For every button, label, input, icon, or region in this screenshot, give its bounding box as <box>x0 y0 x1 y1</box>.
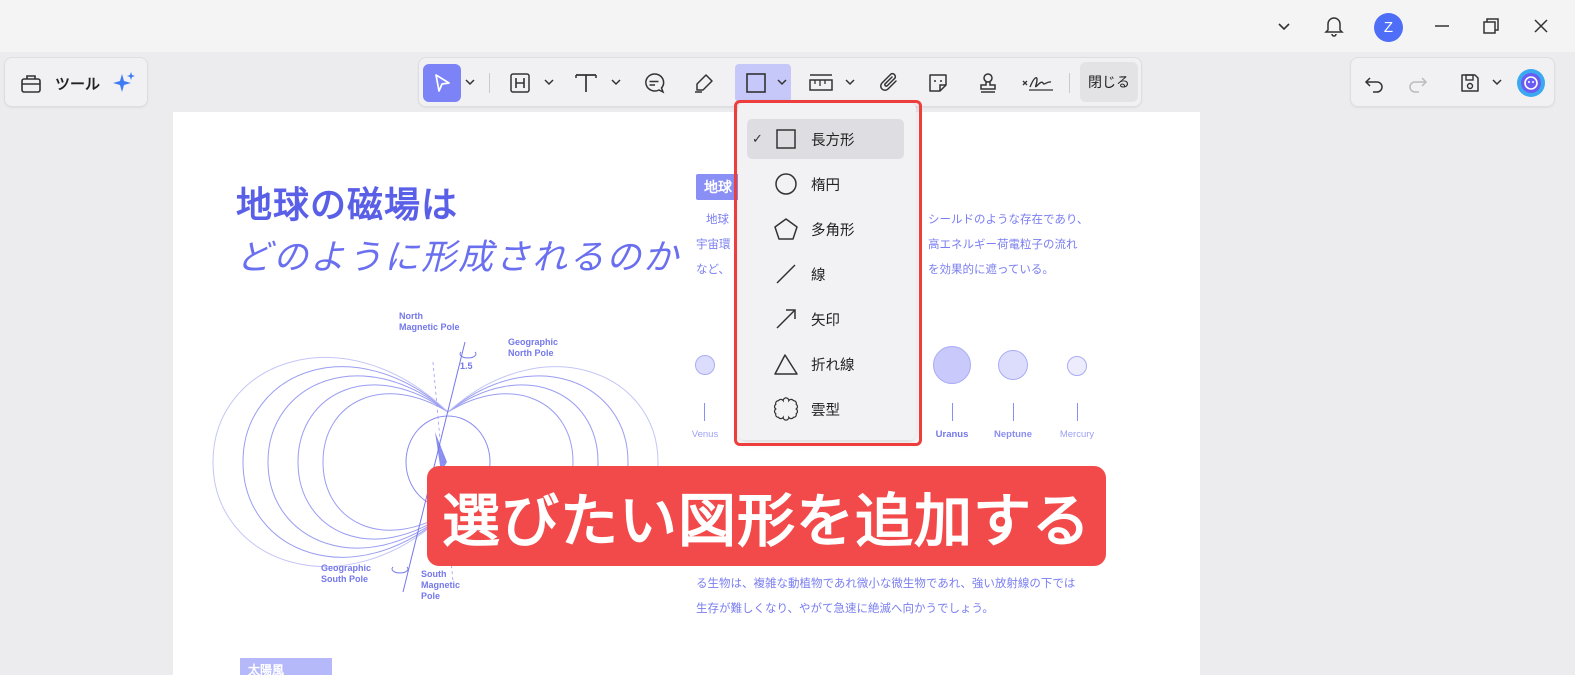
chevron-down-icon[interactable] <box>844 76 856 88</box>
redo-icon <box>1409 77 1428 93</box>
divider <box>1069 73 1070 93</box>
paragraph-text: 生存が難しくなり、やがて急速に絶滅へ向かうでしょう。 <box>696 601 994 615</box>
close-button[interactable]: 閉じる <box>1080 62 1138 102</box>
comment-icon <box>645 73 665 94</box>
paragraph-text: など、 <box>696 262 730 276</box>
attach-icon <box>880 72 897 91</box>
planet-stick <box>1077 403 1078 421</box>
paragraph-text: 宇宙環 <box>696 237 731 251</box>
paragraph-text: る生物は、複雑な動植物であれ微小な微生物であれ、強い放射線の下では <box>696 576 1076 590</box>
chevron-down-icon[interactable] <box>776 76 788 88</box>
geographic-south-pole-label: Geographic South Pole <box>321 563 372 584</box>
south-magnetic-pole-label: South Magnetic Pole <box>421 569 461 601</box>
close-icon[interactable] <box>1527 12 1555 40</box>
sticker-icon <box>929 74 947 92</box>
save-icon <box>1461 74 1479 92</box>
planet-venus <box>695 355 715 375</box>
chevron-down-icon[interactable] <box>1270 12 1298 40</box>
planet-uranus <box>933 346 971 384</box>
planet-label: Venus <box>691 429 719 440</box>
chevron-down-icon[interactable] <box>610 76 622 88</box>
planet-stick <box>952 403 953 421</box>
planet-label: Neptune <box>994 429 1032 440</box>
signature-icon <box>1022 77 1053 91</box>
attach-tool[interactable] <box>875 64 905 102</box>
instruction-banner: 選びたい図形を追加する <box>427 466 1106 566</box>
toolbox-icon[interactable] <box>15 64 47 102</box>
chevron-down-icon[interactable] <box>543 76 555 88</box>
signature-tool[interactable] <box>1019 64 1057 102</box>
tools-label[interactable]: ツール <box>55 73 100 94</box>
tools-panel: ツール <box>4 57 148 107</box>
paragraph-text: を効果的に遮っている。 <box>928 262 1054 276</box>
pen-icon <box>695 74 713 93</box>
divider <box>489 73 490 93</box>
stamp-tool[interactable] <box>973 64 1003 102</box>
geographic-north-pole-label: Geographic North Pole <box>508 337 559 358</box>
highlight-icon <box>510 73 530 93</box>
section-tag-bottom: 太陽風 <box>240 658 332 675</box>
save-button[interactable] <box>1455 64 1485 102</box>
page-title: 地球の磁場は <box>236 185 459 226</box>
select-icon <box>435 74 450 92</box>
highlight-frame <box>734 100 922 446</box>
sticker-tool[interactable] <box>923 64 953 102</box>
select-tool[interactable] <box>423 64 461 102</box>
planet-stick <box>704 403 705 421</box>
paragraph-text: 地球 <box>706 212 729 226</box>
undo-button[interactable] <box>1359 64 1389 102</box>
history-panel <box>1350 57 1555 107</box>
measure-tool[interactable] <box>805 64 837 102</box>
pen-tool[interactable] <box>689 64 719 102</box>
angle-label: 1.5 <box>460 361 473 371</box>
comment-tool[interactable] <box>639 64 669 102</box>
rectangle-icon <box>746 73 766 93</box>
paragraph-text: シールドのような存在であり、 <box>928 212 1089 226</box>
restore-icon[interactable] <box>1477 12 1505 40</box>
planet-label: Uranus <box>935 429 969 440</box>
bell-icon[interactable] <box>1320 12 1348 40</box>
avatar[interactable]: Z <box>1374 13 1403 42</box>
planet-mercury <box>1067 356 1087 376</box>
undo-icon <box>1364 77 1383 93</box>
text-tool[interactable] <box>571 64 601 102</box>
highlight-tool[interactable] <box>505 64 535 102</box>
ai-sparkle-icon[interactable] <box>109 64 141 102</box>
planet-stick <box>1013 403 1014 421</box>
redo-button[interactable] <box>1403 64 1433 102</box>
ai-assistant-icon <box>1517 69 1545 97</box>
planet-neptune <box>998 350 1028 380</box>
measure-icon <box>809 74 833 91</box>
text-icon <box>575 74 597 92</box>
north-magnetic-pole-label: North Magnetic Pole <box>399 311 460 332</box>
ai-assistant-button[interactable] <box>1514 64 1548 102</box>
title-bar: Z <box>0 0 1575 52</box>
chevron-down-icon[interactable] <box>1491 76 1503 88</box>
paragraph-text: 高エネルギー荷電粒子の流れ <box>928 237 1078 251</box>
stamp-icon <box>980 73 996 93</box>
document-page: 地球の磁場は どのように形成されるのか 地球 地球 シールドのような存在であり、… <box>173 112 1200 675</box>
page-subtitle: どのように形成されるのか <box>236 238 681 278</box>
chevron-down-icon[interactable] <box>464 76 476 88</box>
minimize-icon[interactable] <box>1428 12 1456 40</box>
planet-label: Mercury <box>1059 429 1095 440</box>
